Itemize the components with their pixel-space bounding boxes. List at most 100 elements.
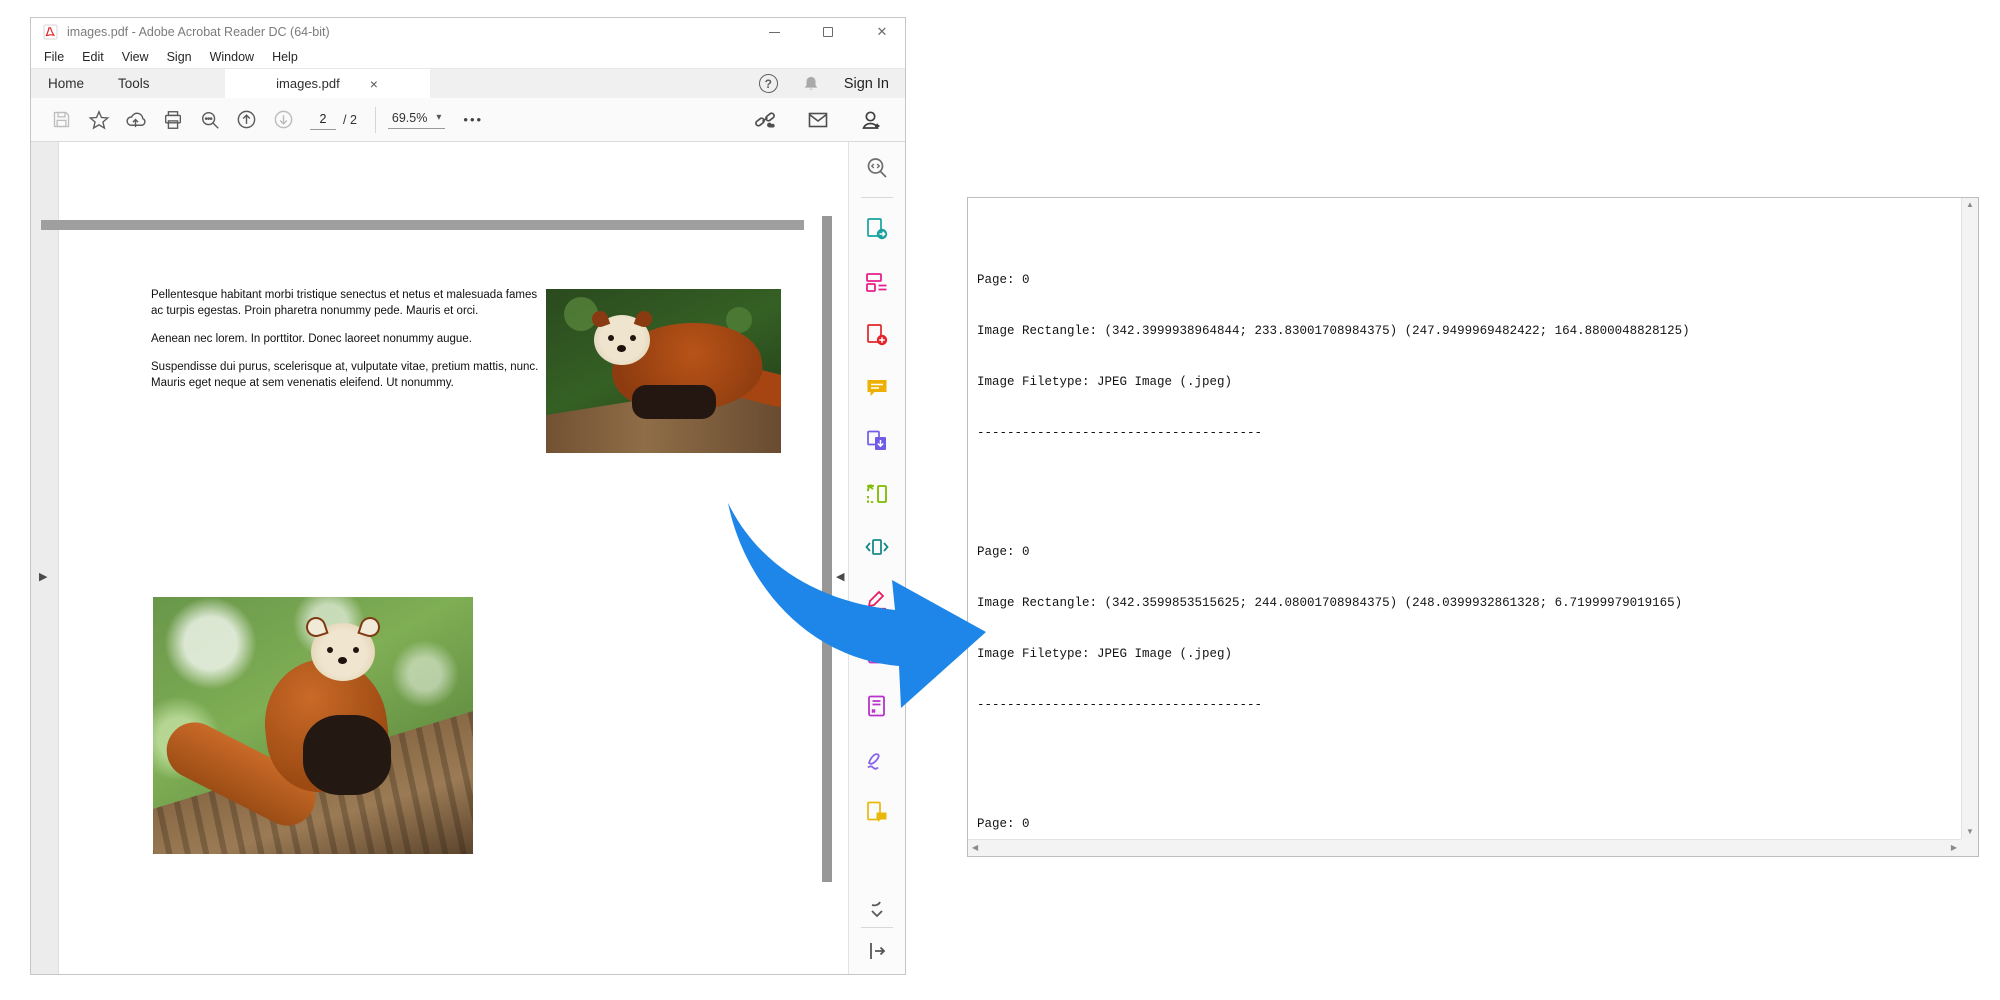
edit-pdf-icon[interactable] bbox=[857, 262, 897, 302]
record-rect-line: Image Rectangle: (342.3999938964844; 233… bbox=[977, 323, 1961, 340]
more-rail-tools-icon[interactable] bbox=[857, 895, 897, 925]
maximize-button[interactable] bbox=[821, 25, 835, 39]
page-total-label: / 2 bbox=[343, 113, 357, 127]
scroll-down-icon[interactable]: ▼ bbox=[1966, 828, 1974, 836]
close-button[interactable]: ✕ bbox=[875, 25, 889, 39]
next-page-button[interactable] bbox=[265, 105, 302, 135]
panel-scrollbar-corner bbox=[1961, 839, 1978, 856]
send-for-comments-icon[interactable] bbox=[857, 792, 897, 832]
rail-bottom-group bbox=[857, 895, 897, 974]
menu-help[interactable]: Help bbox=[263, 48, 307, 66]
record-rect-line: Image Rectangle: (342.3599853515625; 244… bbox=[977, 595, 1961, 612]
panda-eye bbox=[327, 647, 333, 653]
zoom-dropdown[interactable]: 69.5% ▾ bbox=[388, 111, 445, 129]
account-profile-button[interactable] bbox=[852, 105, 889, 135]
tools-rail bbox=[848, 142, 905, 974]
pdf-paragraph: Suspendisse dui purus, scelerisque at, v… bbox=[151, 359, 541, 391]
record-separator: -------------------------------------- bbox=[977, 425, 1961, 442]
maximize-icon bbox=[823, 27, 833, 37]
tab-document-label: images.pdf bbox=[276, 76, 340, 91]
scroll-left-icon[interactable]: ◀ bbox=[972, 844, 978, 852]
panel-horizontal-scrollbar[interactable]: ◀ ▶ bbox=[968, 839, 1961, 856]
panda-head bbox=[594, 315, 650, 365]
cloud-upload-button[interactable] bbox=[117, 105, 154, 135]
fill-and-sign-icon[interactable] bbox=[857, 739, 897, 779]
print-button[interactable] bbox=[154, 105, 191, 135]
menu-window[interactable]: Window bbox=[201, 48, 263, 66]
window-controls: ✕ bbox=[767, 25, 889, 39]
output-panel: Page: 0 Image Rectangle: (342.3999938964… bbox=[967, 197, 1979, 857]
record-page-line: Page: 0 bbox=[977, 544, 1961, 561]
request-signatures-icon[interactable] bbox=[857, 686, 897, 726]
output-text: Page: 0 Image Rectangle: (342.3999938964… bbox=[968, 198, 1961, 839]
window-title: images.pdf - Adobe Acrobat Reader DC (64… bbox=[67, 25, 767, 39]
toolbar: / 2 69.5% ▾ ••• bbox=[31, 98, 905, 142]
email-button[interactable] bbox=[799, 105, 836, 135]
panda-head bbox=[311, 623, 375, 681]
panda-ear bbox=[357, 614, 382, 639]
panel-vertical-scrollbar[interactable]: ▲ ▼ bbox=[1961, 198, 1978, 839]
share-link-button[interactable] bbox=[746, 105, 783, 135]
panda-ear bbox=[303, 614, 328, 639]
previous-page-button[interactable] bbox=[228, 105, 265, 135]
rail-divider bbox=[861, 197, 893, 198]
scroll-up-icon[interactable]: ▲ bbox=[1966, 201, 1974, 209]
page-number-input[interactable] bbox=[310, 110, 336, 130]
create-pdf-icon[interactable] bbox=[857, 315, 897, 355]
menu-sign[interactable]: Sign bbox=[158, 48, 201, 66]
tools-pane-collapse-arrow-icon[interactable]: ◀ bbox=[836, 570, 844, 583]
panda-ear bbox=[634, 309, 655, 330]
sign-in-button[interactable]: Sign In bbox=[844, 76, 889, 92]
pdf-paragraph: Pellentesque habitant morbi tristique se… bbox=[151, 287, 541, 319]
tab-home[interactable]: Home bbox=[31, 69, 101, 98]
panda-eye bbox=[608, 335, 614, 341]
tab-close-icon[interactable]: × bbox=[370, 77, 378, 91]
open-tools-pane-icon[interactable] bbox=[857, 936, 897, 966]
menubar: File Edit View Sign Window Help bbox=[31, 46, 905, 68]
comment-icon[interactable] bbox=[857, 368, 897, 408]
notifications-bell-icon[interactable] bbox=[802, 74, 820, 93]
navigation-pane-strip bbox=[31, 142, 59, 974]
panda-legs bbox=[632, 385, 716, 419]
record-filetype-line: Image Filetype: JPEG Image (.jpeg) bbox=[977, 646, 1961, 663]
toolbar-right-group bbox=[746, 105, 893, 135]
minimize-icon bbox=[769, 32, 780, 33]
combine-files-icon[interactable] bbox=[857, 421, 897, 461]
minimize-button[interactable] bbox=[767, 25, 781, 39]
acrobat-window: images.pdf - Adobe Acrobat Reader DC (64… bbox=[30, 17, 906, 975]
organize-pages-icon[interactable] bbox=[857, 474, 897, 514]
image-record: Page: 0 Image Rectangle: (411.9500122070… bbox=[977, 782, 1961, 839]
nav-pane-expand-arrow-icon[interactable]: ▶ bbox=[39, 570, 47, 583]
prepare-form-icon[interactable] bbox=[857, 633, 897, 673]
page-separator-bar bbox=[41, 220, 804, 230]
image-record: Page: 0 Image Rectangle: (342.3999938964… bbox=[977, 238, 1961, 476]
more-tools-button[interactable]: ••• bbox=[463, 112, 483, 127]
menu-edit[interactable]: Edit bbox=[73, 48, 113, 66]
page-navigation: / 2 bbox=[310, 110, 357, 130]
search-document-icon[interactable] bbox=[857, 148, 897, 188]
record-separator: -------------------------------------- bbox=[977, 697, 1961, 714]
save-button[interactable] bbox=[43, 105, 80, 135]
compress-pdf-icon[interactable] bbox=[857, 527, 897, 567]
record-page-line: Page: 0 bbox=[977, 816, 1961, 833]
acrobat-pdf-app-icon bbox=[43, 24, 58, 40]
tab-document[interactable]: images.pdf × bbox=[225, 69, 430, 98]
toolbar-divider bbox=[375, 107, 376, 133]
help-icon[interactable]: ? bbox=[759, 74, 778, 93]
document-scrollbar-thumb[interactable] bbox=[822, 216, 832, 882]
panda-nose bbox=[338, 657, 347, 664]
bookmark-star-button[interactable] bbox=[80, 105, 117, 135]
pdf-page-text: Pellentesque habitant morbi tristique se… bbox=[151, 287, 541, 403]
record-filetype-line: Image Filetype: JPEG Image (.jpeg) bbox=[977, 374, 1961, 391]
panda-nose bbox=[617, 345, 626, 352]
scroll-right-icon[interactable]: ▶ bbox=[1951, 844, 1957, 852]
menu-view[interactable]: View bbox=[113, 48, 158, 66]
export-pdf-icon[interactable] bbox=[857, 209, 897, 249]
tab-tools[interactable]: Tools bbox=[101, 69, 167, 98]
redact-icon[interactable] bbox=[857, 580, 897, 620]
menu-file[interactable]: File bbox=[35, 48, 73, 66]
red-panda-image-top bbox=[546, 289, 781, 453]
rail-divider bbox=[861, 927, 893, 928]
search-button[interactable] bbox=[191, 105, 228, 135]
panda-eye bbox=[630, 335, 636, 341]
